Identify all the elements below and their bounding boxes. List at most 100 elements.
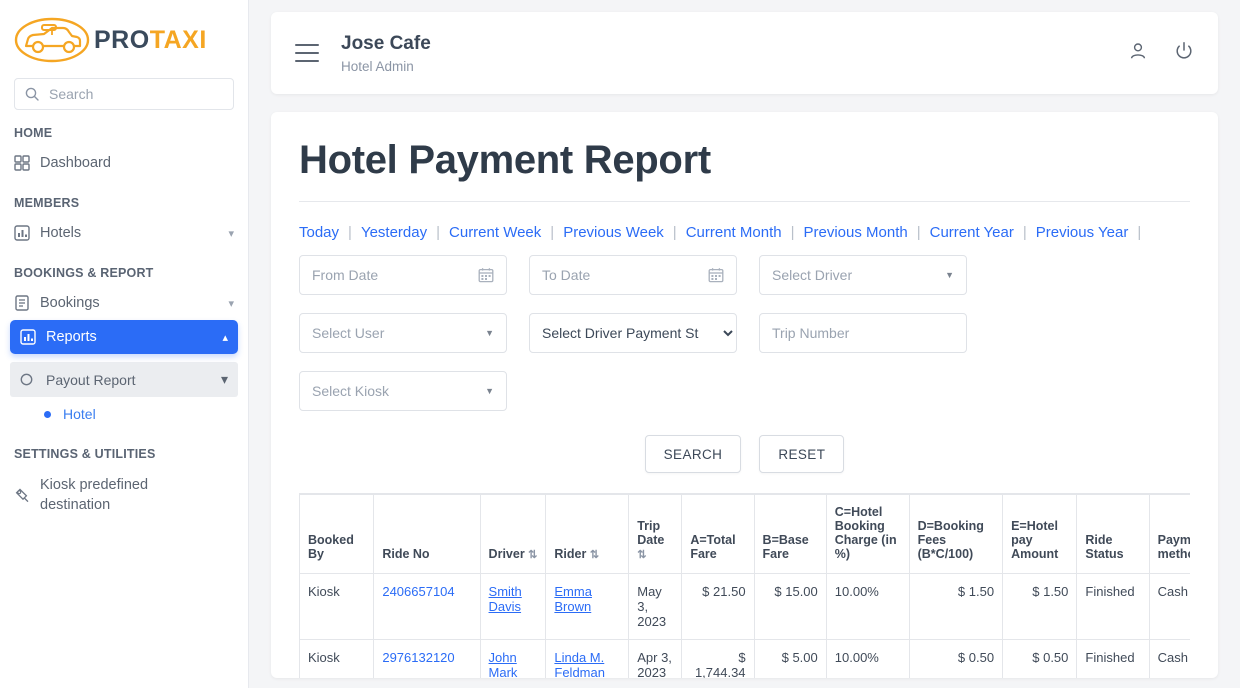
sidebar-item-hotels-label: Hotels <box>40 225 82 241</box>
cell-ride-no[interactable]: 2976132120 <box>373 639 481 678</box>
chevron-down-icon[interactable]: ▾ <box>221 371 228 388</box>
reports-bar-icon <box>20 329 46 345</box>
report-table-wrapper: Booked By Ride No Driver ⇅ Rider ⇅ Trip … <box>299 493 1190 678</box>
sidebar-item-bookings[interactable]: Bookings ▾ <box>0 286 248 320</box>
quick-link-separator: | <box>348 224 352 241</box>
quick-link-current-year[interactable]: Current Year <box>930 224 1014 241</box>
quick-link-current-month[interactable]: Current Month <box>686 224 782 241</box>
kiosk-label-line2: destination <box>40 496 111 513</box>
th-booked-by[interactable]: Booked By <box>299 494 375 574</box>
cell-ride-status: Finished <box>1076 639 1150 678</box>
sidebar-item-reports[interactable]: Reports ▴ <box>10 320 238 354</box>
th-hotel-booking-charge[interactable]: C=Hotel Booking Charge (in %) <box>825 494 910 574</box>
sort-icon[interactable]: ⇅ <box>528 549 537 561</box>
th-booking-fees[interactable]: D=Booking Fees (B*C/100) <box>908 494 1004 574</box>
quick-link-previous-year[interactable]: Previous Year <box>1036 224 1129 241</box>
select-kiosk-dropdown[interactable]: Select Kiosk ▼ <box>299 371 507 411</box>
cell-ride-no[interactable]: 2406657104 <box>373 573 481 640</box>
quick-link-previous-month[interactable]: Previous Month <box>803 224 907 241</box>
bookings-list-icon <box>14 295 40 311</box>
chevron-up-icon[interactable]: ▴ <box>222 331 228 344</box>
cell-hotel-booking-charge: 10.00% <box>825 573 910 640</box>
quick-link-today[interactable]: Today <box>299 224 339 241</box>
to-date-field[interactable]: To Date <box>529 255 737 295</box>
power-icon[interactable] <box>1174 41 1194 66</box>
th-base-fare[interactable]: B=Base Fare <box>753 494 827 574</box>
sort-icon[interactable]: ⇅ <box>590 549 599 561</box>
search-box[interactable] <box>14 78 234 110</box>
sidebar-item-hotels[interactable]: Hotels ▾ <box>0 216 248 250</box>
sidebar-section-settings-utilities: SETTINGS & UTILITIES <box>14 447 156 461</box>
chevron-down-icon[interactable]: ▾ <box>228 297 234 310</box>
reset-button[interactable]: RESET <box>759 435 845 473</box>
page-title: Hotel Payment Report <box>299 138 1190 202</box>
driver-link[interactable]: John Mark <box>489 650 518 678</box>
th-driver[interactable]: Driver ⇅ <box>479 494 547 574</box>
sidebar-item-dashboard-label: Dashboard <box>40 155 111 171</box>
trip-number-placeholder: Trip Number <box>772 325 850 341</box>
select-user-dropdown[interactable]: Select User ▼ <box>299 313 507 353</box>
sidebar-item-dashboard[interactable]: Dashboard <box>0 146 248 180</box>
rider-link[interactable]: Linda M. Feldman <box>554 650 605 678</box>
th-ride-status[interactable]: Ride Status <box>1076 494 1150 574</box>
sidebar-item-kiosk-predefined-destination[interactable]: Kiosk predefined destination <box>0 467 248 524</box>
brand-logo-area[interactable]: PROTAXI <box>0 0 248 74</box>
from-date-field[interactable]: From Date <box>299 255 507 295</box>
quick-link-separator: | <box>550 224 555 241</box>
sidebar-item-payout-report[interactable]: Payout Report ▾ <box>10 362 238 397</box>
action-buttons: SEARCH RESET <box>299 435 1190 473</box>
select-driver-dropdown[interactable]: Select Driver ▼ <box>759 255 967 295</box>
top-bar: Jose Cafe Hotel Admin <box>271 12 1218 94</box>
user-icon[interactable] <box>1128 41 1148 66</box>
topbar-subtitle: Hotel Admin <box>341 58 414 74</box>
cell-booked-by: Kiosk <box>299 573 375 640</box>
cell-rider[interactable]: Linda M. Feldman <box>545 639 630 678</box>
trip-number-field[interactable]: Trip Number <box>759 313 967 353</box>
rider-link[interactable]: Emma Brown <box>554 584 592 614</box>
cell-trip-date: Apr 3, 2023 <box>628 639 683 678</box>
quick-link-current-week[interactable]: Current Week <box>449 224 541 241</box>
quick-link-separator: | <box>1022 224 1027 241</box>
th-hotel-pay-amount[interactable]: E=Hotel pay Amount <box>1002 494 1078 574</box>
table-header-row: Booked By Ride No Driver ⇅ Rider ⇅ Trip … <box>299 494 1190 574</box>
driver-link[interactable]: Smith Davis <box>489 584 522 614</box>
chevron-down-icon[interactable]: ▾ <box>228 227 234 240</box>
bullet-dot-icon <box>44 410 51 418</box>
hamburger-icon[interactable] <box>295 44 319 62</box>
ride-no-link[interactable]: 2976132120 <box>382 650 454 665</box>
th-rider[interactable]: Rider ⇅ <box>545 494 630 574</box>
quick-link-yesterday[interactable]: Yesterday <box>361 224 427 241</box>
table-row: Kiosk 2976132120 John Mark Linda M. Feld… <box>299 639 1190 678</box>
circle-icon <box>20 373 46 386</box>
quick-link-separator: | <box>790 224 795 241</box>
cell-total-fare: $ 1,744.34 <box>681 639 755 678</box>
cell-driver[interactable]: John Mark <box>479 639 547 678</box>
th-total-fare[interactable]: A=Total Fare <box>681 494 755 574</box>
cell-hotel-booking-charge: 10.00% <box>825 639 910 678</box>
calendar-icon[interactable] <box>708 267 724 283</box>
cell-hotel-pay-amount: $ 0.50 <box>1002 639 1078 678</box>
search-button[interactable]: SEARCH <box>644 435 742 473</box>
sort-icon[interactable]: ⇅ <box>637 549 646 561</box>
caret-down-icon: ▼ <box>485 386 494 396</box>
cell-driver[interactable]: Smith Davis <box>479 573 547 640</box>
th-ride-no[interactable]: Ride No <box>373 494 481 574</box>
quick-link-previous-week[interactable]: Previous Week <box>563 224 664 241</box>
filters-row: From Date To Date Select Driver ▼ Select… <box>299 255 1190 429</box>
th-trip-date[interactable]: Trip Date ⇅ <box>628 494 683 574</box>
topbar-title: Jose Cafe <box>341 33 431 55</box>
select-kiosk-value: Select Kiosk <box>312 383 390 399</box>
quick-link-separator: | <box>1137 224 1142 241</box>
th-payment-method[interactable]: Payment method <box>1148 494 1190 574</box>
cell-payment-method: Cash <box>1148 639 1190 678</box>
search-input[interactable] <box>47 85 223 103</box>
cell-hotel-pay-amount: $ 1.50 <box>1002 573 1078 640</box>
sidebar-section-bookings-report: BOOKINGS & REPORT <box>14 266 154 280</box>
cell-base-fare: $ 15.00 <box>753 573 827 640</box>
cell-ride-status: Finished <box>1076 573 1150 640</box>
driver-payment-status-select[interactable]: Select Driver Payment St <box>529 313 737 353</box>
cell-rider[interactable]: Emma Brown <box>545 573 630 640</box>
calendar-icon[interactable] <box>478 267 494 283</box>
ride-no-link[interactable]: 2406657104 <box>382 584 454 599</box>
sidebar-item-hotel[interactable]: Hotel <box>0 397 248 431</box>
